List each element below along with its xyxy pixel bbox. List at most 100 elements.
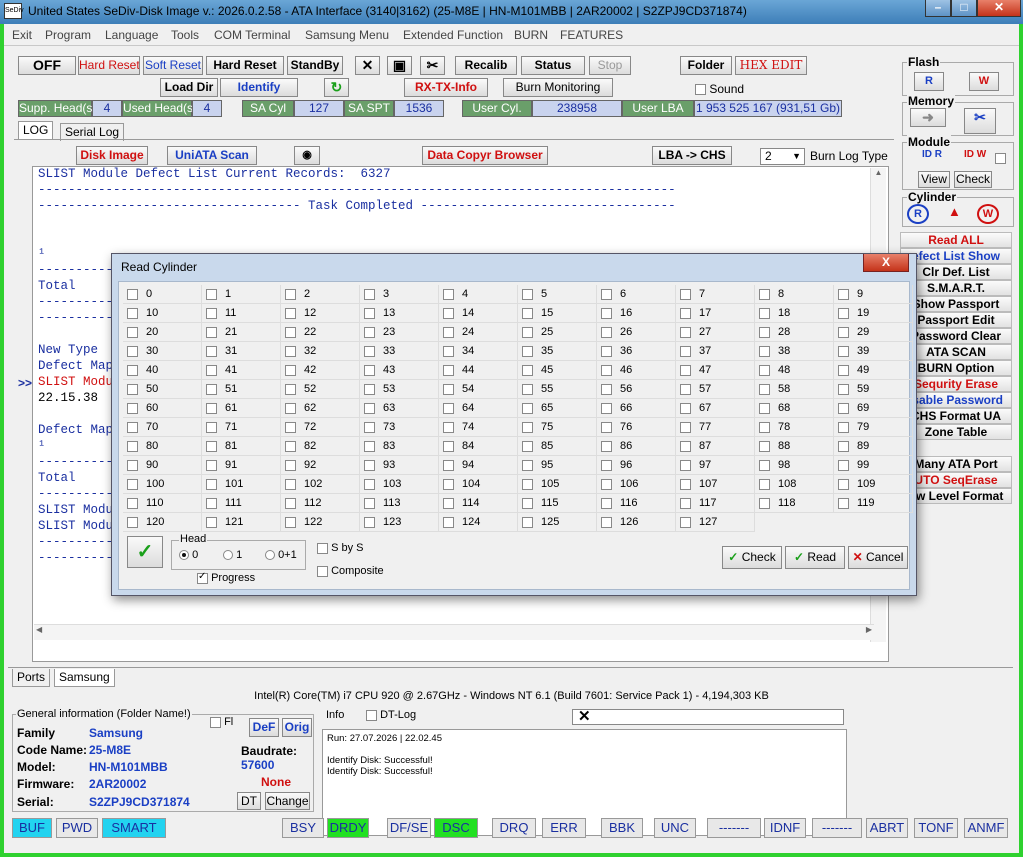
checkbox-box[interactable] (759, 460, 770, 471)
off-button[interactable]: OFF (18, 56, 76, 75)
stop-button[interactable]: Stop (589, 56, 631, 75)
cylinder-checkbox[interactable]: 3 (360, 285, 439, 304)
checkbox-box[interactable] (759, 346, 770, 357)
cylinder-checkbox[interactable]: 97 (676, 456, 755, 475)
cylinder-checkbox[interactable]: 28 (755, 323, 834, 342)
checkbox-box[interactable] (285, 346, 296, 357)
cylinder-checkbox[interactable]: 55 (518, 380, 597, 399)
menu-language[interactable]: Language (105, 28, 158, 42)
checkbox-box[interactable] (680, 365, 691, 376)
head-option-1[interactable]: 1 (223, 549, 242, 561)
checkbox-box[interactable] (364, 441, 375, 452)
checkbox-box[interactable] (522, 346, 533, 357)
cylinder-checkbox[interactable]: 116 (597, 494, 676, 513)
cylinder-checkbox[interactable]: 117 (676, 494, 755, 513)
cylinder-checkbox[interactable]: 22 (281, 323, 360, 342)
cylinder-checkbox[interactable]: 10 (123, 304, 202, 323)
checkbox-box[interactable] (206, 384, 217, 395)
cylinder-checkbox[interactable]: 51 (202, 380, 281, 399)
checkbox-box[interactable] (601, 403, 612, 414)
uniata-scan-button[interactable]: UniATA Scan (167, 146, 257, 165)
cylinder-checkbox[interactable]: 89 (834, 437, 913, 456)
checkbox-box[interactable] (127, 403, 138, 414)
cylinder-checkbox[interactable]: 112 (281, 494, 360, 513)
identify-button[interactable]: Identify (220, 78, 298, 97)
checkbox-box[interactable] (838, 289, 849, 300)
cylinder-checkbox[interactable]: 82 (281, 437, 360, 456)
cylinder-checkbox[interactable]: 24 (439, 323, 518, 342)
memory-arrow-icon[interactable]: ➜ (910, 108, 946, 127)
refresh-icon[interactable]: ↻ (324, 78, 349, 97)
cylinder-checkbox[interactable]: 73 (360, 418, 439, 437)
checkbox-box[interactable] (127, 346, 138, 357)
checkbox-box[interactable] (285, 289, 296, 300)
checkbox-box[interactable] (601, 479, 612, 490)
checkbox-box[interactable] (522, 422, 533, 433)
checkbox-box[interactable] (838, 403, 849, 414)
checkbox-box[interactable] (285, 308, 296, 319)
dt-button[interactable]: DT (237, 792, 261, 810)
rx-tx-info-button[interactable]: RX-TX-Info (404, 78, 488, 97)
cylinder-checkbox[interactable]: 94 (439, 456, 518, 475)
cylinder-checkbox[interactable]: 87 (676, 437, 755, 456)
save-icon[interactable]: ▣ (387, 56, 412, 75)
hard-reset-2-button[interactable]: Hard Reset (206, 56, 284, 75)
orig-button[interactable]: Orig (282, 718, 312, 737)
cylinder-checkbox[interactable]: 63 (360, 399, 439, 418)
checkbox-box[interactable] (127, 479, 138, 490)
checkbox-box[interactable] (680, 327, 691, 338)
checkbox-box[interactable] (759, 498, 770, 509)
checkbox-box[interactable] (206, 517, 217, 528)
cylinder-checkbox[interactable]: 68 (755, 399, 834, 418)
checkbox-box[interactable] (206, 403, 217, 414)
checkbox-box[interactable] (759, 403, 770, 414)
checkbox-box[interactable] (522, 498, 533, 509)
menu-features[interactable]: FEATURES (560, 28, 623, 42)
cylinder-checkbox[interactable]: 77 (676, 418, 755, 437)
cylinder-checkbox[interactable]: 13 (360, 304, 439, 323)
dialog-close-button[interactable]: X (863, 254, 909, 272)
cylinder-checkbox[interactable]: 12 (281, 304, 360, 323)
cylinder-checkbox[interactable]: 39 (834, 342, 913, 361)
checkbox-box[interactable] (601, 384, 612, 395)
checkbox-box[interactable] (285, 403, 296, 414)
cylinder-checkbox[interactable]: 31 (202, 342, 281, 361)
cylinder-checkbox[interactable]: 118 (755, 494, 834, 513)
cylinder-checkbox[interactable]: 9 (834, 285, 913, 304)
cylinder-checkbox[interactable]: 32 (281, 342, 360, 361)
cylinder-checkbox[interactable]: 85 (518, 437, 597, 456)
checkbox-box[interactable] (364, 422, 375, 433)
cylinder-checkbox[interactable]: 61 (202, 399, 281, 418)
checkbox-box[interactable] (838, 422, 849, 433)
cylinder-checkbox[interactable]: 57 (676, 380, 755, 399)
checkbox-box[interactable] (601, 327, 612, 338)
checkbox-box[interactable] (206, 498, 217, 509)
cylinder-checkbox[interactable]: 6 (597, 285, 676, 304)
checkbox-box[interactable] (285, 365, 296, 376)
checkbox-box[interactable] (206, 441, 217, 452)
checkbox-box[interactable] (522, 460, 533, 471)
cylinder-checkbox[interactable]: 27 (676, 323, 755, 342)
def-button[interactable]: DeF (249, 718, 279, 737)
cylinder-checkbox[interactable]: 104 (439, 475, 518, 494)
cylinder-checkbox[interactable]: 5 (518, 285, 597, 304)
flash-read-icon[interactable]: R (914, 72, 944, 91)
module-check-button[interactable]: Check (954, 171, 992, 188)
disk-image-button[interactable]: Disk Image (76, 146, 148, 165)
checkbox-box[interactable] (206, 460, 217, 471)
checkbox-box[interactable] (680, 289, 691, 300)
cylinder-checkbox[interactable]: 53 (360, 380, 439, 399)
checkbox-box[interactable] (759, 308, 770, 319)
cylinder-checkbox[interactable]: 47 (676, 361, 755, 380)
checkbox-box[interactable] (522, 517, 533, 528)
cylinder-checkbox[interactable]: 4 (439, 285, 518, 304)
cylinder-checkbox[interactable]: 105 (518, 475, 597, 494)
checkbox-box[interactable] (127, 327, 138, 338)
cylinder-checkbox[interactable]: 30 (123, 342, 202, 361)
checkbox-box[interactable] (364, 384, 375, 395)
checkbox-box[interactable] (838, 365, 849, 376)
checkbox-box[interactable] (364, 308, 375, 319)
cylinder-checkbox[interactable]: 66 (597, 399, 676, 418)
checkbox-box[interactable] (838, 346, 849, 357)
checkbox-box[interactable] (759, 384, 770, 395)
